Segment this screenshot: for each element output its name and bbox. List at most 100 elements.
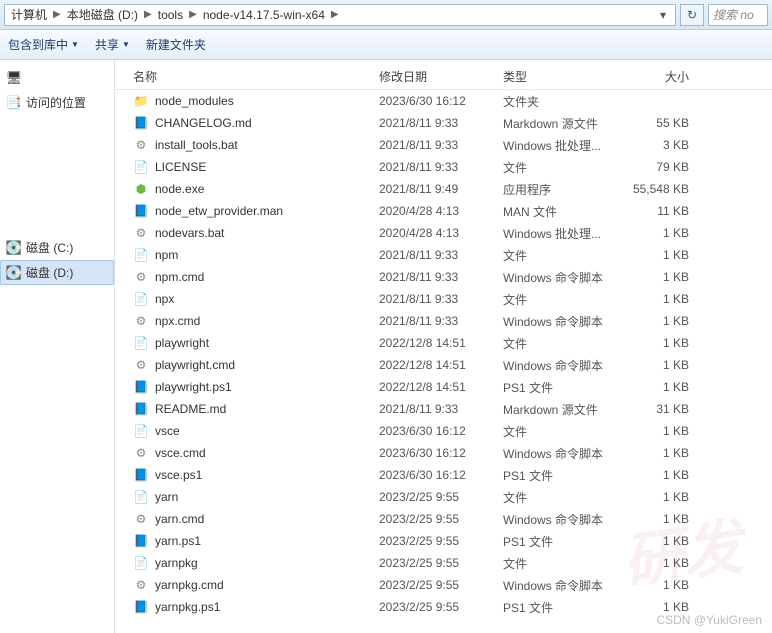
file-name: node.exe: [155, 182, 204, 196]
cmd-icon: ⚙: [133, 357, 149, 373]
file-icon: 📄: [133, 423, 149, 439]
file-type: 文件: [503, 423, 617, 440]
breadcrumb-drive-d[interactable]: 本地磁盘 (D:): [65, 6, 140, 23]
file-name: node_etw_provider.man: [155, 204, 283, 218]
file-size: 1 KB: [617, 446, 697, 460]
sidebar-item-recent[interactable]: 📑访问的位置: [0, 90, 114, 115]
file-row[interactable]: 📘vsce.ps12023/6/30 16:12PS1 文件1 KB: [115, 464, 772, 486]
file-row[interactable]: ⚙install_tools.bat2021/8/11 9:33Windows …: [115, 134, 772, 156]
file-row[interactable]: 📄vsce2023/6/30 16:12文件1 KB: [115, 420, 772, 442]
file-row[interactable]: ⚙npx.cmd2021/8/11 9:33Windows 命令脚本1 KB: [115, 310, 772, 332]
chevron-right-icon[interactable]: ▶: [327, 9, 343, 20]
file-size: 1 KB: [617, 556, 697, 570]
file-size: 1 KB: [617, 534, 697, 548]
file-row[interactable]: 📘README.md2021/8/11 9:33Markdown 源文件31 K…: [115, 398, 772, 420]
share-button[interactable]: 共享▼: [95, 36, 130, 53]
file-type: 文件夹: [503, 93, 617, 110]
file-row[interactable]: 📘CHANGELOG.md2021/8/11 9:33Markdown 源文件5…: [115, 112, 772, 134]
ps1-icon: 📘: [133, 599, 149, 615]
file-type: PS1 文件: [503, 379, 617, 396]
file-date: 2023/2/25 9:55: [379, 490, 503, 504]
file-type: 应用程序: [503, 181, 617, 198]
drive-icon: 💽: [6, 240, 22, 256]
file-name: LICENSE: [155, 160, 206, 174]
file-name: yarnpkg.cmd: [155, 578, 224, 592]
file-row[interactable]: 📘yarnpkg.ps12023/2/25 9:55PS1 文件1 KB: [115, 596, 772, 618]
file-date: 2023/2/25 9:55: [379, 556, 503, 570]
file-date: 2023/6/30 16:12: [379, 424, 503, 438]
column-header-size[interactable]: 大小: [617, 68, 697, 85]
address-bar: 计算机 ▶ 本地磁盘 (D:) ▶ tools ▶ node-v14.17.5-…: [0, 0, 772, 30]
file-date: 2021/8/11 9:33: [379, 314, 503, 328]
file-row[interactable]: ⚙yarnpkg.cmd2023/2/25 9:55Windows 命令脚本1 …: [115, 574, 772, 596]
file-size: 1 KB: [617, 578, 697, 592]
file-row[interactable]: 📘node_etw_provider.man2020/4/28 4:13MAN …: [115, 200, 772, 222]
file-size: 1 KB: [617, 358, 697, 372]
file-size: 1 KB: [617, 226, 697, 240]
chevron-right-icon[interactable]: ▶: [185, 9, 201, 20]
file-date: 2021/8/11 9:33: [379, 160, 503, 174]
file-size: 3 KB: [617, 138, 697, 152]
breadcrumb-node[interactable]: node-v14.17.5-win-x64: [201, 8, 327, 22]
ps1-icon: 📘: [133, 533, 149, 549]
file-icon: 📄: [133, 159, 149, 175]
chevron-right-icon[interactable]: ▶: [140, 9, 156, 20]
file-row[interactable]: 📄npm2021/8/11 9:33文件1 KB: [115, 244, 772, 266]
chevron-right-icon[interactable]: ▶: [49, 9, 65, 20]
file-date: 2023/6/30 16:12: [379, 94, 503, 108]
file-size: 1 KB: [617, 292, 697, 306]
new-folder-button[interactable]: 新建文件夹: [146, 36, 206, 53]
file-row[interactable]: 📄playwright2022/12/8 14:51文件1 KB: [115, 332, 772, 354]
file-date: 2020/4/28 4:13: [379, 204, 503, 218]
file-row[interactable]: 📄LICENSE2021/8/11 9:33文件79 KB: [115, 156, 772, 178]
breadcrumb-box[interactable]: 计算机 ▶ 本地磁盘 (D:) ▶ tools ▶ node-v14.17.5-…: [4, 4, 676, 26]
file-type: Windows 批处理...: [503, 225, 617, 242]
file-date: 2023/2/25 9:55: [379, 534, 503, 548]
file-row[interactable]: ⚙vsce.cmd2023/6/30 16:12Windows 命令脚本1 KB: [115, 442, 772, 464]
file-type: 文件: [503, 335, 617, 352]
file-row[interactable]: ⚙yarn.cmd2023/2/25 9:55Windows 命令脚本1 KB: [115, 508, 772, 530]
file-type: Markdown 源文件: [503, 115, 617, 132]
include-in-library-button[interactable]: 包含到库中▼: [8, 36, 79, 53]
breadcrumb-computer[interactable]: 计算机: [9, 6, 49, 23]
file-name: playwright: [155, 336, 209, 350]
file-size: 1 KB: [617, 424, 697, 438]
file-size: 1 KB: [617, 468, 697, 482]
file-type: Windows 命令脚本: [503, 445, 617, 462]
file-row[interactable]: ⚙playwright.cmd2022/12/8 14:51Windows 命令…: [115, 354, 772, 376]
file-row[interactable]: 📄yarnpkg2023/2/25 9:55文件1 KB: [115, 552, 772, 574]
file-size: 31 KB: [617, 402, 697, 416]
column-header-date[interactable]: 修改日期: [379, 68, 503, 85]
file-name: playwright.ps1: [155, 380, 232, 394]
file-row[interactable]: ⚙npm.cmd2021/8/11 9:33Windows 命令脚本1 KB: [115, 266, 772, 288]
sidebar-item-drive-d[interactable]: 💽磁盘 (D:): [0, 260, 114, 285]
file-name: nodevars.bat: [155, 226, 224, 240]
file-size: 1 KB: [617, 270, 697, 284]
file-row[interactable]: 📘playwright.ps12022/12/8 14:51PS1 文件1 KB: [115, 376, 772, 398]
file-name: CHANGELOG.md: [155, 116, 252, 130]
search-input[interactable]: 搜索 no: [708, 4, 768, 26]
md-icon: 📘: [133, 115, 149, 131]
file-row[interactable]: 📄yarn2023/2/25 9:55文件1 KB: [115, 486, 772, 508]
refresh-button[interactable]: ↻: [680, 4, 704, 26]
address-dropdown-icon[interactable]: ▾: [655, 8, 671, 22]
file-icon: 📄: [133, 555, 149, 571]
column-header-name[interactable]: 名称: [133, 68, 379, 85]
file-name: npx.cmd: [155, 314, 200, 328]
file-date: 2022/12/8 14:51: [379, 380, 503, 394]
file-row[interactable]: 📘yarn.ps12023/2/25 9:55PS1 文件1 KB: [115, 530, 772, 552]
file-type: 文件: [503, 555, 617, 572]
file-row[interactable]: ⬢node.exe2021/8/11 9:49应用程序55,548 KB: [115, 178, 772, 200]
sidebar-item-desktop[interactable]: 🖥: [0, 66, 114, 90]
bat-icon: ⚙: [133, 225, 149, 241]
breadcrumb-tools[interactable]: tools: [156, 8, 185, 22]
file-row[interactable]: ⚙nodevars.bat2020/4/28 4:13Windows 批处理..…: [115, 222, 772, 244]
sidebar-item-drive-c[interactable]: 💽磁盘 (C:): [0, 235, 114, 260]
file-row[interactable]: 📄npx2021/8/11 9:33文件1 KB: [115, 288, 772, 310]
column-headers: 名称 修改日期 类型 大小: [115, 60, 772, 90]
file-icon: 📄: [133, 335, 149, 351]
file-row[interactable]: 📁node_modules2023/6/30 16:12文件夹: [115, 90, 772, 112]
file-size: 1 KB: [617, 600, 697, 614]
file-type: Windows 批处理...: [503, 137, 617, 154]
column-header-type[interactable]: 类型: [503, 68, 617, 85]
